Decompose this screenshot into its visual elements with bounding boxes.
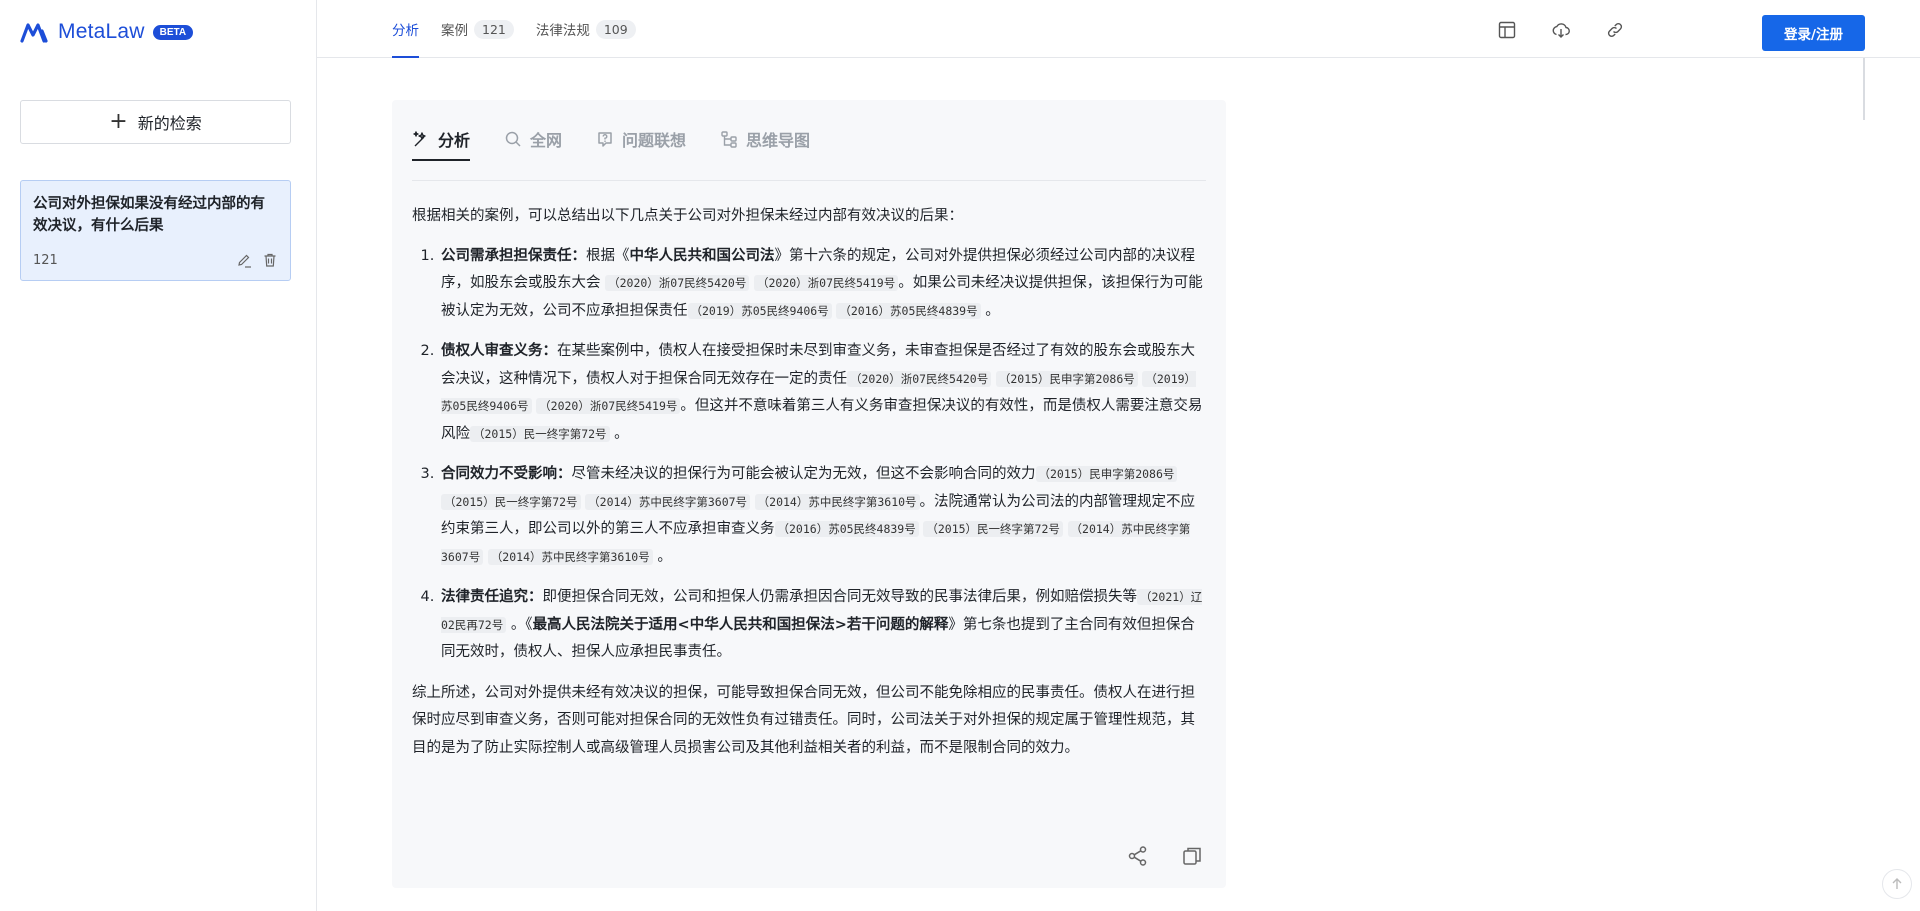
item-title: 法律责任追究： — [441, 589, 543, 605]
card-tab-mindmap[interactable]: 思维导图 — [720, 100, 810, 160]
item-text: 。《 — [510, 616, 533, 633]
list-item: 债权人审查义务：在某些案例中，债权人在接受担保时未尽到审查义务，未审查担保是否经… — [439, 338, 1206, 448]
law-citation[interactable]: 最高人民法院关于适用<中华人民共和国担保法>若干问题的解释 — [533, 617, 949, 633]
download-cloud-icon[interactable] — [1551, 20, 1571, 40]
tab-count-badge: 121 — [474, 19, 514, 39]
list-item: 合同效力不受影响：尽管未经决议的担保行为可能会被认定为无效，但这不会影响合同的效… — [439, 461, 1206, 571]
list-item: 公司需承担担保责任：根据《中华人民共和国公司法》第十六条的规定，公司对外提供担保… — [439, 243, 1206, 326]
item-text: 。 — [985, 302, 1000, 319]
item-text: 。 — [657, 548, 672, 565]
mindmap-icon — [721, 131, 737, 148]
sparkle-icon — [413, 131, 426, 147]
case-reference[interactable]: （2015）民一终字第72号 — [470, 425, 610, 442]
law-citation[interactable]: 中华人民共和国公司法 — [630, 248, 775, 264]
history-item[interactable]: 公司对外担保如果没有经过内部的有效决议，有什么后果 121 — [20, 180, 291, 281]
analysis-text: 根据相关的案例，可以总结出以下几点关于公司对外担保未经过内部有效决议的后果： 公… — [412, 181, 1206, 762]
case-reference[interactable]: （2016）苏05民终4839号 — [836, 302, 981, 319]
case-reference[interactable]: （2014）苏中民终字第3607号 — [585, 493, 751, 510]
case-reference[interactable]: （2020）浙07民终5420号 — [847, 370, 992, 387]
tab-analysis[interactable]: 分析 — [392, 0, 419, 58]
card-tab-label: 全网 — [530, 131, 563, 150]
table-layout-icon[interactable] — [1497, 20, 1517, 40]
item-text: 根据《 — [586, 247, 630, 264]
list-item: 法律责任追究：即便担保合同无效，公司和担保人仍需承担因合同无效导致的民事法律后果… — [439, 584, 1206, 667]
item-text: 即便担保合同无效，公司和担保人仍需承担因合同无效导致的民事法律后果，例如赔偿损失… — [542, 589, 1138, 605]
analysis-summary: 综上所述，公司对外提供未经有效决议的担保，可能导致担保合同无效，但公司不能免除相… — [412, 684, 1195, 756]
case-reference[interactable]: （2015）民一终字第72号 — [441, 493, 581, 510]
history-item-count: 121 — [33, 252, 58, 268]
new-search-label: 新的检索 — [137, 114, 202, 133]
case-reference[interactable]: （2014）苏中民终字第3610号 — [754, 493, 920, 510]
card-tab-label: 思维导图 — [746, 131, 811, 150]
case-reference[interactable]: （2014）苏中民终字第3610号 — [487, 548, 653, 565]
edit-icon[interactable] — [236, 252, 252, 268]
logo[interactable]: MetaLaw BETA — [20, 20, 194, 44]
item-text: 。 — [614, 425, 629, 442]
case-reference[interactable]: （2020）浙07民终5420号 — [605, 275, 750, 291]
card-tab-web[interactable]: 全网 — [504, 100, 562, 160]
scrollbar-thumb[interactable] — [1863, 58, 1865, 120]
card-tabs: 分析 全网 问题联想 思维导图 — [412, 120, 1206, 181]
tab-laws[interactable]: 法律法规 109 — [536, 0, 636, 58]
card-tab-analysis[interactable]: 分析 — [412, 100, 471, 161]
brand-name: MetaLaw — [58, 20, 145, 43]
case-reference[interactable]: （2020）浙07民终5419号 — [753, 275, 899, 291]
tab-cases[interactable]: 案例 121 — [441, 0, 514, 58]
case-reference[interactable]: （2015）民一终字第72号 — [923, 521, 1063, 537]
tab-label: 法律法规 — [535, 23, 590, 39]
item-title: 债权人审查义务： — [441, 343, 557, 359]
metalaw-logo-icon — [20, 23, 48, 43]
login-register-button[interactable]: 登录/注册 — [1762, 15, 1865, 51]
result-tabs: 分析 案例 121 法律法规 109 — [392, 0, 636, 58]
analysis-list: 公司需承担担保责任：根据《中华人民共和国公司法》第十六条的规定，公司对外提供担保… — [412, 243, 1206, 667]
item-title: 公司需承担担保责任： — [441, 247, 586, 264]
card-tab-related-questions[interactable]: 问题联想 — [596, 100, 686, 160]
case-reference[interactable]: （2015）民申字第2086号 — [1035, 466, 1178, 482]
analysis-card: 分析 全网 问题联想 思维导图 根据相关的案例，可以总结出以下几点关于公司对外担… — [392, 100, 1226, 888]
case-reference[interactable]: （2015）民申字第2086号 — [995, 370, 1138, 387]
sidebar: MetaLaw BETA + 新的检索 公司对外担保如果没有经过内部的有效决议，… — [0, 0, 317, 911]
link-icon[interactable] — [1605, 20, 1625, 40]
arrow-up-icon — [1892, 878, 1902, 889]
tab-label: 分析 — [392, 23, 419, 39]
card-tab-label: 问题联想 — [622, 131, 687, 150]
analysis-intro: 根据相关的案例，可以总结出以下几点关于公司对外担保未经过内部有效决议的后果： — [412, 208, 963, 224]
case-reference[interactable]: （2016）苏05民终4839号 — [774, 521, 919, 537]
card-tab-label: 分析 — [438, 131, 471, 150]
main-content: 分析 案例 121 法律法规 109 登录/注册 分析 全网 问题联想 思维导图… — [317, 0, 1920, 911]
delete-icon[interactable] — [262, 252, 278, 268]
tab-count-badge: 109 — [595, 19, 636, 39]
item-title: 合同效力不受影响： — [441, 466, 572, 482]
share-icon[interactable] — [1126, 844, 1150, 868]
question-bubble-icon — [598, 132, 612, 147]
case-reference[interactable]: （2020）浙07民终5419号 — [536, 398, 681, 414]
item-text: 尽管未经决议的担保行为可能会被认定为无效，但这不会影响合同的效力 — [571, 466, 1036, 482]
plus-icon: + — [109, 109, 128, 134]
copy-icon[interactable] — [1180, 844, 1204, 868]
case-reference[interactable]: （2019）苏05民终9406号 — [687, 302, 832, 319]
beta-badge: BETA — [152, 24, 194, 40]
new-search-button[interactable]: + 新的检索 — [20, 100, 291, 144]
back-to-top-button[interactable] — [1882, 869, 1912, 899]
history-item-title: 公司对外担保如果没有经过内部的有效决议，有什么后果 — [33, 196, 265, 234]
tab-label: 案例 — [441, 23, 468, 39]
search-icon — [505, 131, 521, 147]
topbar: 分析 案例 121 法律法规 109 登录/注册 — [317, 0, 1920, 58]
